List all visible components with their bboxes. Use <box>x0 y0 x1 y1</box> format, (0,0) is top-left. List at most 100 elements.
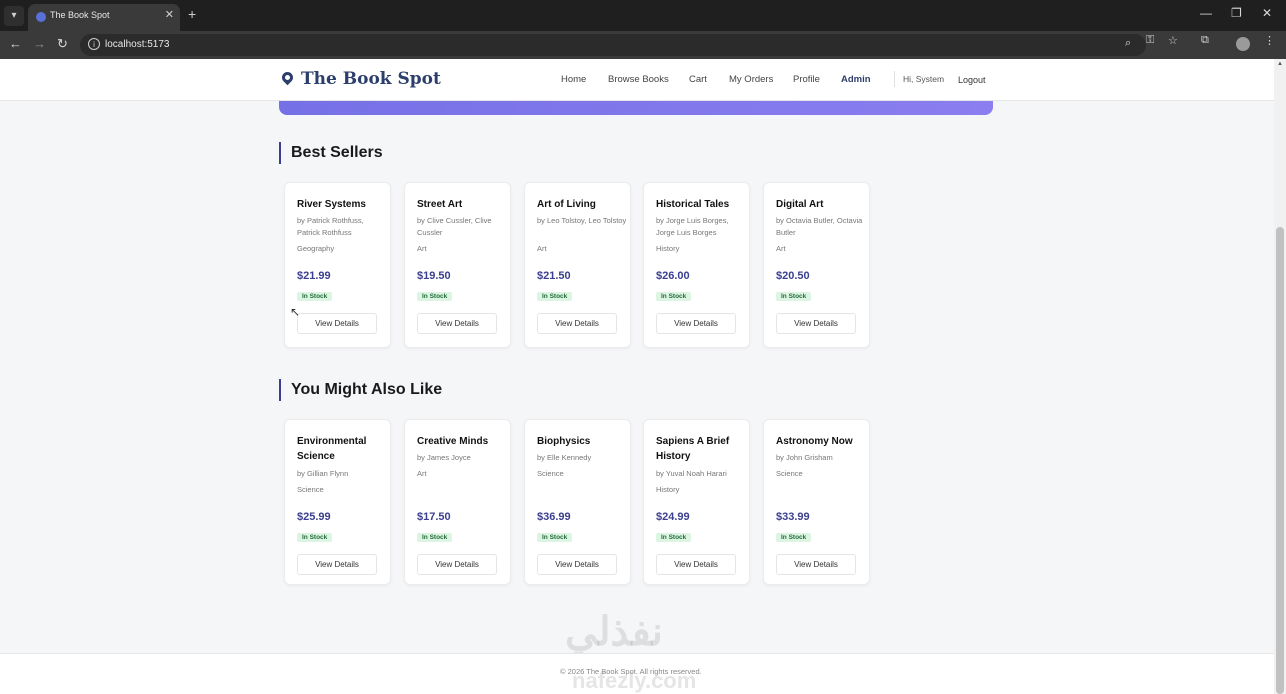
book-card[interactable]: Astronomy Now by John Grisham Science $3… <box>763 419 870 585</box>
address-bar[interactable]: i localhost:5173 ⌕ <box>80 34 1146 56</box>
book-genre: Art <box>537 244 547 253</box>
stock-badge: In Stock <box>417 292 453 301</box>
view-details-button[interactable]: View Details <box>776 554 856 575</box>
book-card[interactable]: River Systems by Patrick Rothfuss, Patri… <box>284 182 391 348</box>
view-details-button[interactable]: View Details <box>656 313 736 334</box>
nav-cart[interactable]: Cart <box>689 74 707 85</box>
book-title[interactable]: Sapiens A Brief History <box>656 434 746 464</box>
view-details-button[interactable]: View Details <box>417 554 497 575</box>
book-author: by James Joyce <box>417 453 471 462</box>
book-title[interactable]: Biophysics <box>537 434 627 449</box>
section-title-you-might-also-like: You Might Also Like <box>279 379 442 401</box>
section-title-best-sellers: Best Sellers <box>279 142 383 164</box>
book-genre: Science <box>297 485 324 494</box>
book-genre: History <box>656 485 680 494</box>
user-greeting: Hi, System <box>903 74 945 84</box>
book-author: by Octavia Butler, Octavia Butler <box>776 216 863 237</box>
browser-toolbar: ← → ↻ i localhost:5173 ⌕ ⚿ ☆ ⧉ ⋮ <box>0 31 1286 59</box>
view-details-button[interactable]: View Details <box>656 554 736 575</box>
book-genre: Science <box>776 469 803 478</box>
view-details-button[interactable]: View Details <box>297 554 377 575</box>
book-title[interactable]: Art of Living <box>537 197 627 212</box>
book-card[interactable]: Historical Tales by Jorge Luis Borges, J… <box>643 182 750 348</box>
page-viewport: The Book Spot Home Browse Books Cart My … <box>0 59 1286 694</box>
view-details-button[interactable]: View Details <box>537 313 617 334</box>
scroll-up-icon[interactable]: ▲ <box>1277 61 1283 67</box>
nav-home[interactable]: Home <box>561 74 586 85</box>
book-card[interactable]: Art of Living by Leo Tolstoy, Leo Tolsto… <box>524 182 631 348</box>
nav-profile[interactable]: Profile <box>793 74 820 85</box>
nav-my-orders[interactable]: My Orders <box>729 74 773 85</box>
close-icon[interactable]: ✕ <box>1262 6 1272 20</box>
book-genre: Science <box>537 469 564 478</box>
book-author: by Elle Kennedy <box>537 453 592 462</box>
view-details-button[interactable]: View Details <box>297 313 377 334</box>
password-key-icon[interactable]: ⚿ <box>1146 34 1154 47</box>
site-info-icon[interactable]: i <box>88 38 100 50</box>
view-details-button[interactable]: View Details <box>537 554 617 575</box>
stock-badge: In Stock <box>537 533 573 542</box>
nav-divider <box>894 71 895 87</box>
tab-close-icon[interactable]: ✕ <box>165 8 174 21</box>
view-details-button[interactable]: View Details <box>417 313 497 334</box>
url-text[interactable]: localhost:5173 <box>105 39 170 50</box>
book-author: by John Grisham <box>776 453 833 462</box>
tab-search-icon[interactable]: ▾ <box>4 6 24 26</box>
restore-icon[interactable]: ❐ <box>1231 6 1242 20</box>
new-tab-icon[interactable]: + <box>188 6 196 22</box>
site-header: The Book Spot Home Browse Books Cart My … <box>0 59 1274 101</box>
book-title[interactable]: Creative Minds <box>417 434 507 449</box>
mouse-cursor-icon: ↖ <box>290 305 301 319</box>
book-price: $21.99 <box>297 270 331 282</box>
nav-admin[interactable]: Admin <box>841 74 871 85</box>
book-title[interactable]: Environmental Science <box>297 434 387 464</box>
book-card[interactable]: Environmental Science by Gillian Flynn S… <box>284 419 391 585</box>
forward-icon[interactable]: → <box>33 36 46 51</box>
book-title[interactable]: Historical Tales <box>656 197 746 212</box>
browser-menu-icon[interactable]: ⋮ <box>1264 34 1275 47</box>
zoom-icon[interactable]: ⌕ <box>1125 37 1131 50</box>
book-price: $19.50 <box>417 270 451 282</box>
stock-badge: In Stock <box>537 292 573 301</box>
browser-tab-bar: ▾ The Book Spot ✕ + — ❐ ✕ <box>0 0 1286 31</box>
book-author: by Jorge Luis Borges, Jorge Luis Borges <box>656 216 729 237</box>
book-card[interactable]: Digital Art by Octavia Butler, Octavia B… <box>763 182 870 348</box>
browser-tab[interactable]: The Book Spot ✕ <box>28 4 180 31</box>
book-price: $17.50 <box>417 511 451 523</box>
bookmark-star-icon[interactable]: ☆ <box>1168 34 1178 47</box>
logout-button[interactable]: Logout <box>958 75 986 85</box>
book-author: by Patrick Rothfuss, Patrick Rothfuss <box>297 216 364 237</box>
stock-badge: In Stock <box>776 533 812 542</box>
reload-icon[interactable]: ↻ <box>57 36 68 52</box>
extensions-icon[interactable]: ⧉ <box>1201 34 1209 47</box>
back-icon[interactable]: ← <box>9 36 22 51</box>
stock-badge: In Stock <box>297 292 333 301</box>
book-title[interactable]: Astronomy Now <box>776 434 866 449</box>
scrollbar-thumb[interactable] <box>1276 227 1284 694</box>
book-author: by Clive Cussler, Clive Cussler <box>417 216 492 237</box>
book-price: $21.50 <box>537 270 571 282</box>
site-logo[interactable]: The Book Spot <box>301 69 441 89</box>
view-details-button[interactable]: View Details <box>776 313 856 334</box>
book-card[interactable]: Biophysics by Elle Kennedy Science $36.9… <box>524 419 631 585</box>
watermark-url: nafezly.com <box>572 668 697 693</box>
tab-title: The Book Spot <box>50 10 110 20</box>
book-card[interactable]: Street Art by Clive Cussler, Clive Cussl… <box>404 182 511 348</box>
book-genre: Art <box>417 244 427 253</box>
book-price: $36.99 <box>537 511 571 523</box>
minimize-icon[interactable]: — <box>1200 6 1212 20</box>
hero-banner <box>279 101 993 115</box>
book-card[interactable]: Creative Minds by James Joyce Art $17.50… <box>404 419 511 585</box>
book-card[interactable]: Sapiens A Brief History by Yuval Noah Ha… <box>643 419 750 585</box>
stock-badge: In Stock <box>656 533 692 542</box>
book-genre: Art <box>776 244 786 253</box>
watermark-logo: نفذلي <box>565 610 663 654</box>
profile-avatar-icon[interactable] <box>1236 37 1250 51</box>
book-title[interactable]: River Systems <box>297 197 387 212</box>
book-title[interactable]: Street Art <box>417 197 507 212</box>
nav-browse-books[interactable]: Browse Books <box>608 74 669 85</box>
book-title[interactable]: Digital Art <box>776 197 866 212</box>
stock-badge: In Stock <box>776 292 812 301</box>
book-price: $24.99 <box>656 511 690 523</box>
page-scrollbar[interactable]: ▲ <box>1274 59 1286 694</box>
